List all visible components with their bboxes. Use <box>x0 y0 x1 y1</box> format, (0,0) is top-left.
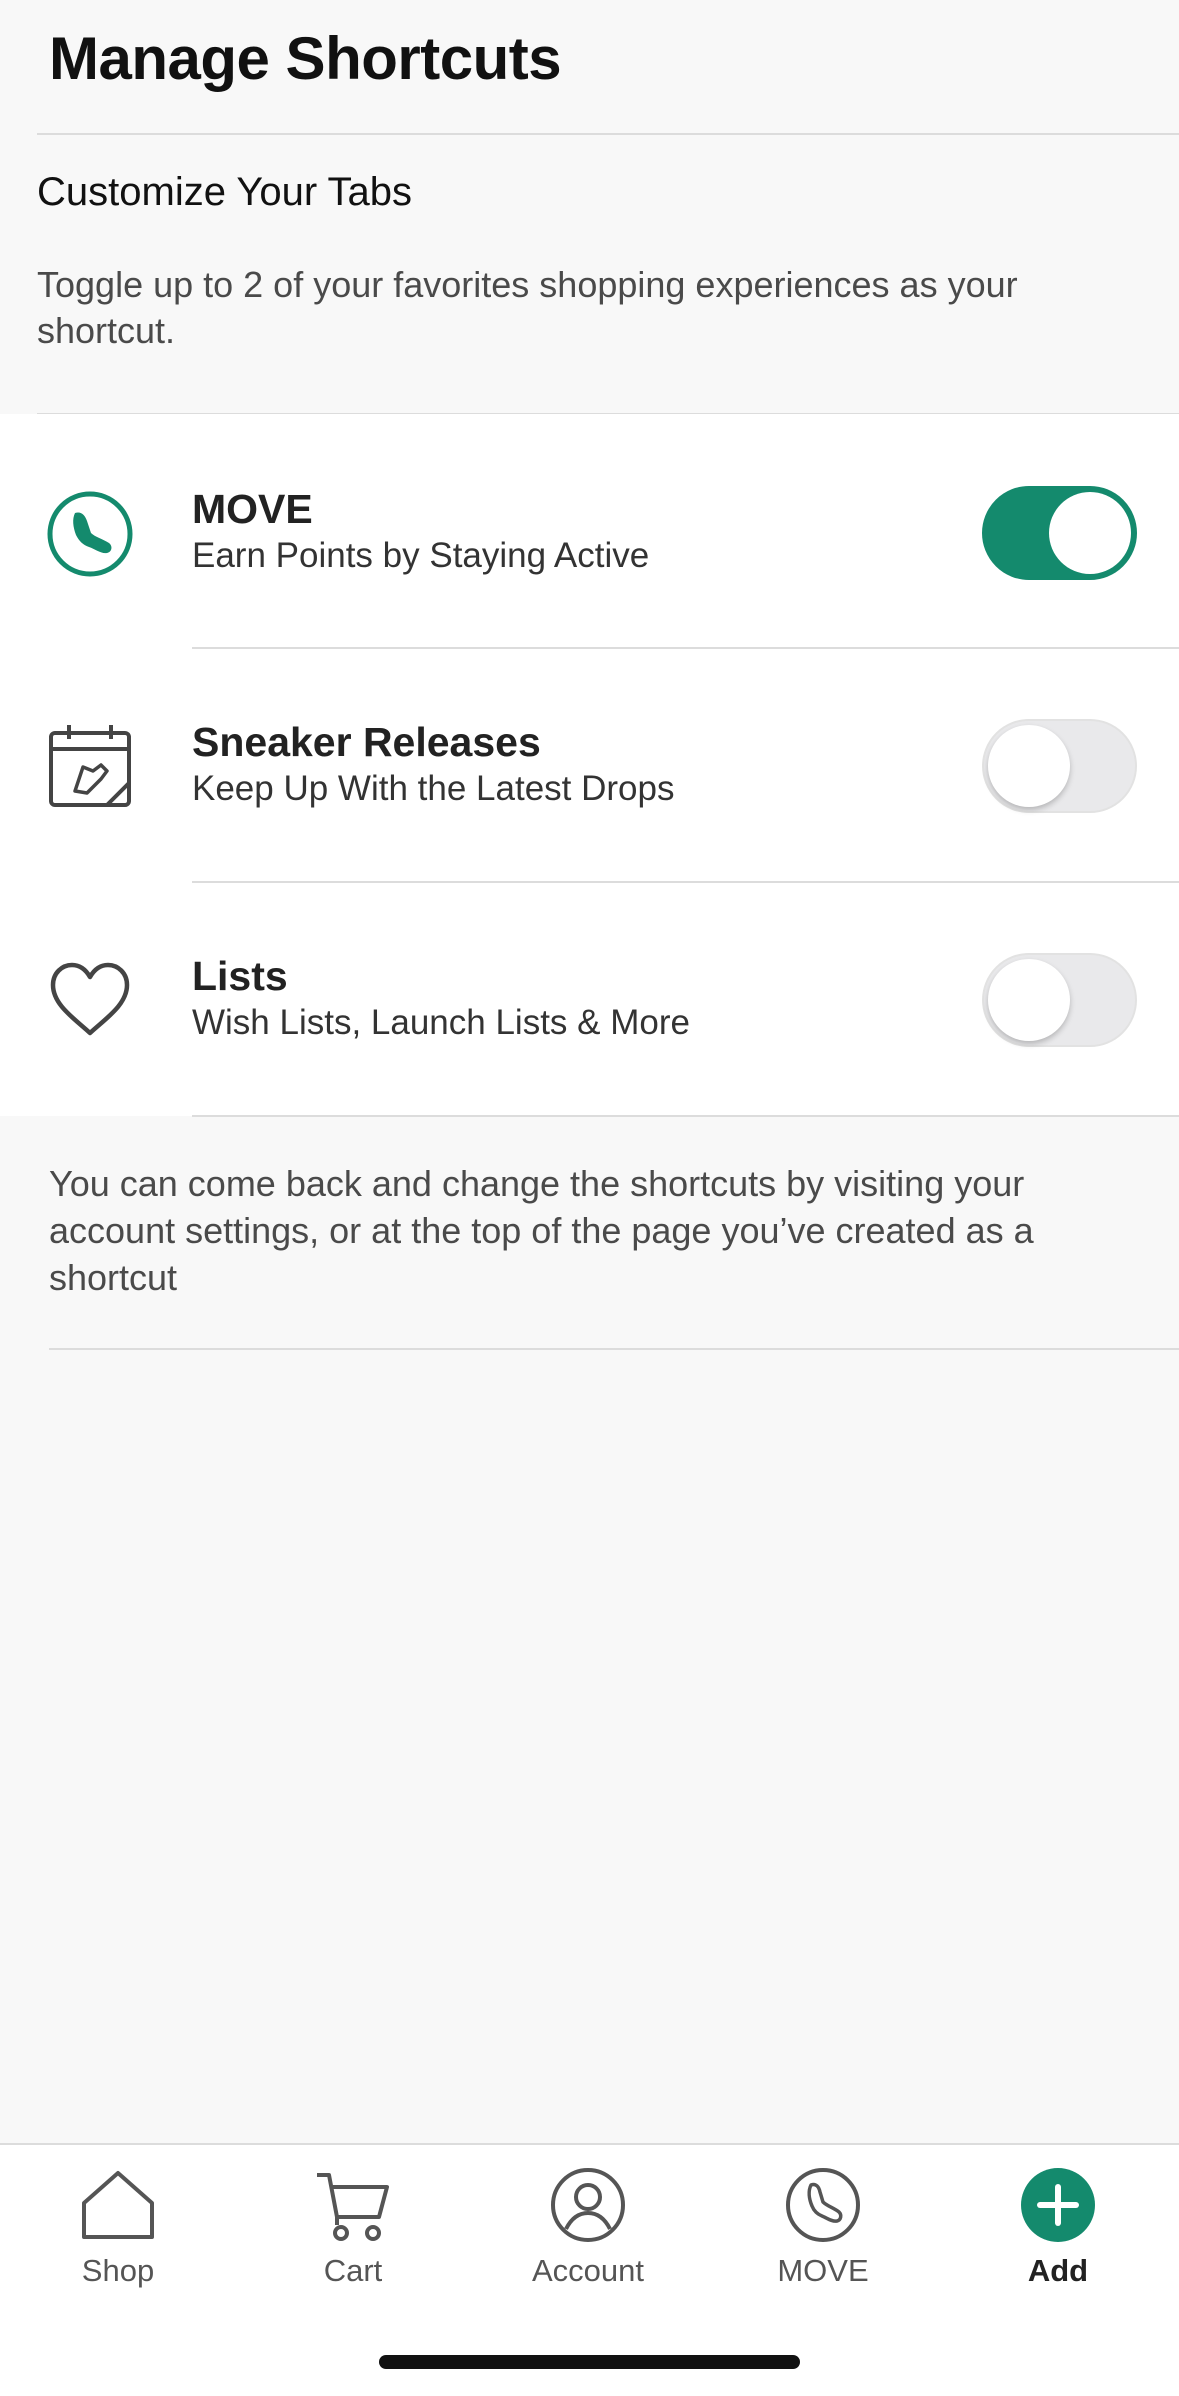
header-divider <box>37 133 1179 135</box>
footer-divider <box>49 1348 1179 1350</box>
shortcut-subtitle: Wish Lists, Launch Lists & More <box>192 1003 690 1042</box>
move-shoe-icon <box>45 489 135 579</box>
add-icon <box>1021 2168 1095 2242</box>
toggle-knob <box>988 959 1070 1041</box>
tab-label: Shop <box>81 2253 155 2288</box>
shortcut-subtitle: Earn Points by Staying Active <box>192 536 650 575</box>
toggle-knob <box>1049 492 1131 574</box>
lists-toggle[interactable] <box>982 953 1137 1047</box>
cart-icon <box>317 2173 389 2241</box>
sneaker-releases-toggle[interactable] <box>982 719 1137 813</box>
shortcut-title: Sneaker Releases <box>192 719 541 765</box>
heart-icon <box>45 955 135 1045</box>
home-indicator <box>379 2355 800 2369</box>
tab-move[interactable]: MOVE <box>723 2165 923 2305</box>
account-icon <box>551 2168 625 2242</box>
title-bar: Manage Shortcuts <box>0 0 1179 134</box>
shortcut-subtitle: Keep Up With the Latest Drops <box>192 769 675 808</box>
move-shoe-icon <box>786 2168 860 2242</box>
manage-shortcuts-screen: Manage Shortcuts Customize Your Tabs Tog… <box>0 0 1179 2396</box>
page-title: Manage Shortcuts <box>49 25 562 92</box>
footer-note: You can come back and change the shortcu… <box>49 1163 1034 1298</box>
tab-account[interactable]: Account <box>488 2165 688 2305</box>
move-toggle[interactable] <box>982 486 1137 580</box>
tab-label: Add <box>1027 2253 1089 2288</box>
tab-label: MOVE <box>777 2253 869 2288</box>
section-description: Toggle up to 2 of your favorites shoppin… <box>37 264 1018 351</box>
calendar-sneaker-icon <box>45 721 135 811</box>
shortcut-row-move[interactable]: MOVE Earn Points by Staying Active <box>0 414 1179 647</box>
tab-shop[interactable]: Shop <box>18 2165 218 2305</box>
tab-cart[interactable]: Cart <box>253 2165 453 2305</box>
tab-label: Account <box>531 2253 644 2288</box>
home-icon <box>82 2171 154 2239</box>
list-bottom-divider <box>192 1115 1179 1117</box>
tab-label: Cart <box>323 2253 383 2288</box>
toggle-knob <box>988 725 1070 807</box>
shortcut-row-lists[interactable]: Lists Wish Lists, Launch Lists & More <box>0 883 1179 1116</box>
shortcut-row-sneaker-releases[interactable]: Sneaker Releases Keep Up With the Latest… <box>0 649 1179 882</box>
shortcut-title: Lists <box>192 953 288 999</box>
shortcut-title: MOVE <box>192 486 313 532</box>
tab-add[interactable]: Add <box>958 2165 1158 2305</box>
shortcut-list: MOVE Earn Points by Staying Active Sneak… <box>0 414 1179 1116</box>
section-heading: Customize Your Tabs <box>37 170 413 214</box>
